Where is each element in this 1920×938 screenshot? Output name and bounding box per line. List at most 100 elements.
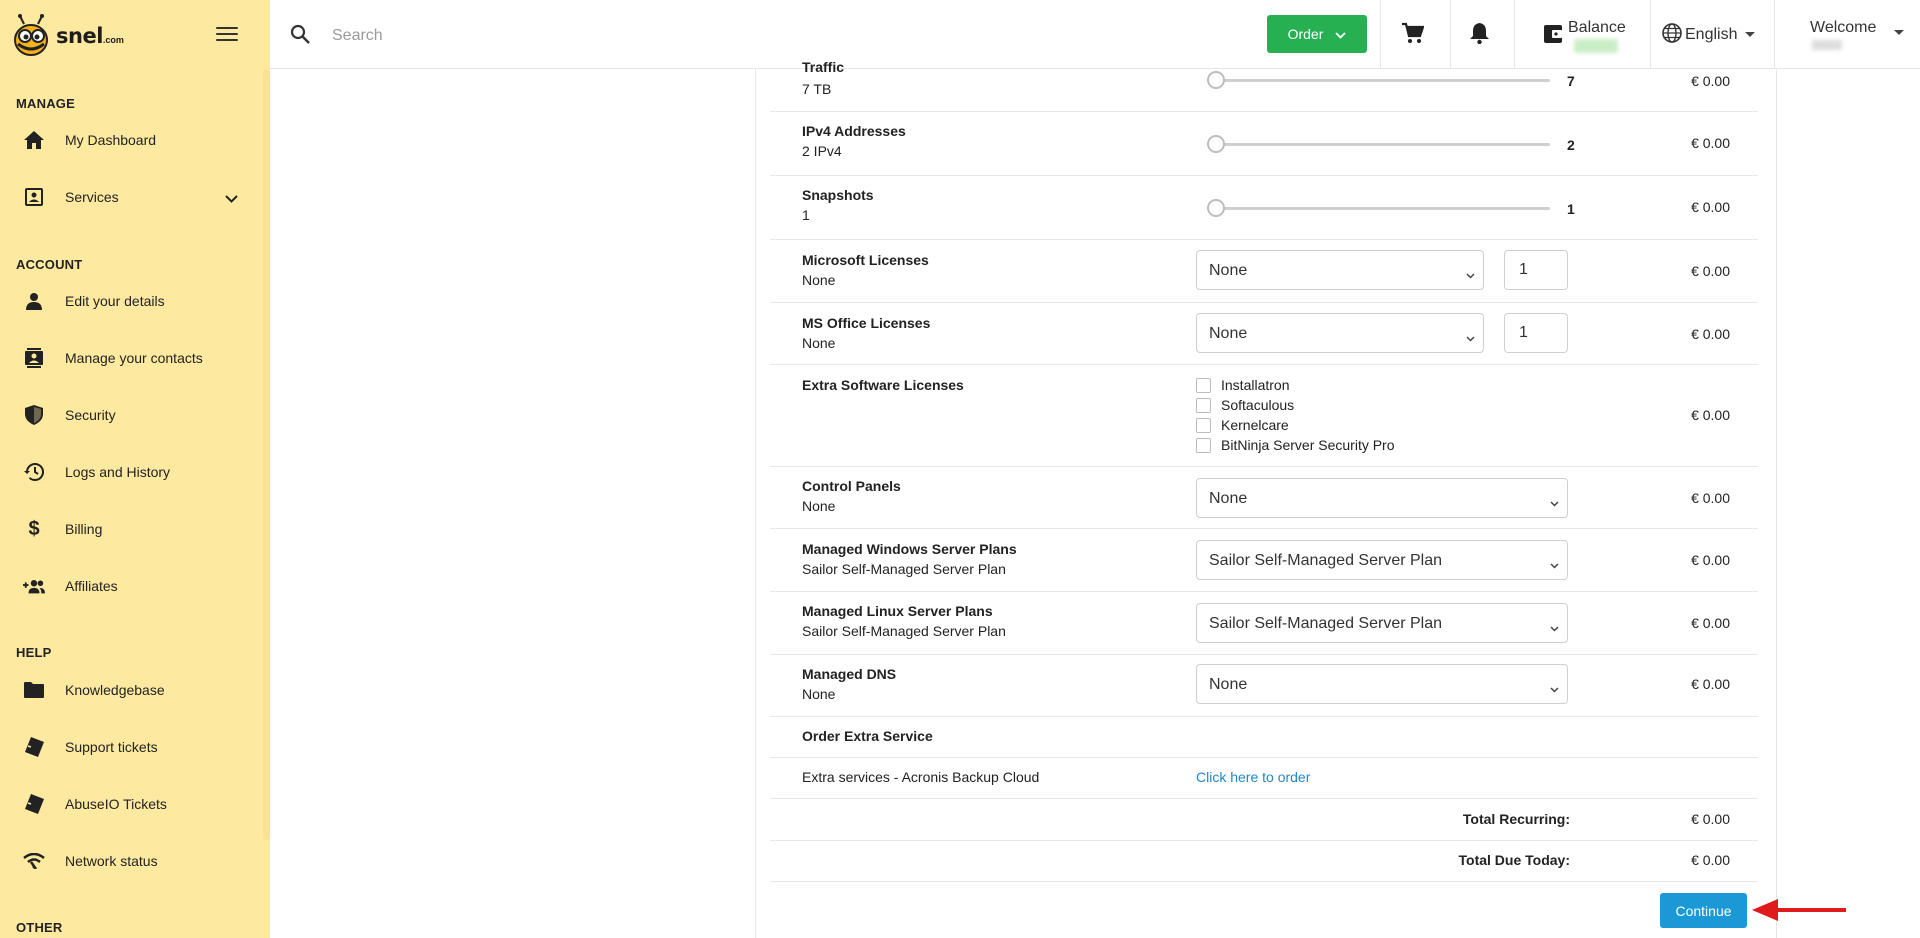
sidebar-item-my-dashboard[interactable]: My Dashboard	[0, 120, 262, 160]
sidebar-item-manage-contacts[interactable]: Manage your contacts	[0, 338, 262, 378]
sidebar-item-affiliates[interactable]: Affiliates	[0, 566, 262, 606]
ms-office-licenses-select[interactable]: None	[1196, 313, 1484, 353]
user-menu[interactable]: Welcome	[1782, 0, 1912, 69]
sidebar-item-network-status[interactable]: Network status	[0, 841, 262, 881]
contacts-icon	[23, 347, 45, 369]
microsoft-licenses-quantity-input[interactable]: 1	[1504, 250, 1568, 290]
ms-office-licenses-quantity-input[interactable]: 1	[1504, 313, 1568, 353]
select-value: Sailor Self-Managed Server Plan	[1209, 552, 1443, 569]
notification-bell-icon[interactable]	[1470, 22, 1489, 47]
checkbox[interactable]	[1196, 437, 1211, 453]
search-icon[interactable]	[290, 24, 310, 47]
slider-track[interactable]	[1217, 207, 1550, 210]
select-value: None	[1209, 490, 1248, 507]
sidebar-item-security[interactable]: Security	[0, 395, 262, 435]
shopping-cart-icon[interactable]	[1402, 22, 1425, 47]
contact-card-icon	[23, 186, 45, 208]
logo[interactable]: snel .com	[10, 14, 124, 58]
config-row-microsoft-licenses: Microsoft Licenses None None 1 € 0.00	[770, 239, 1758, 303]
checkbox-softaculous[interactable]: Softaculous	[1196, 395, 1294, 415]
option-name: Microsoft Licenses	[802, 252, 929, 268]
slider-value: 7	[1567, 73, 1575, 89]
history-icon	[23, 461, 45, 483]
sidebar-item-support-tickets[interactable]: Support tickets	[0, 727, 262, 767]
sidebar-section-account: ACCOUNT	[16, 257, 83, 272]
red-arrow-annotation-icon	[1752, 899, 1846, 921]
total-label: Total Recurring:	[1462, 811, 1570, 827]
sidebar-item-services[interactable]: Services	[0, 177, 262, 217]
config-row-managed-windows: Managed Windows Server Plans Sailor Self…	[770, 528, 1758, 592]
option-value: 7 TB	[802, 81, 832, 97]
balance-label: Balance	[1568, 19, 1626, 36]
continue-button[interactable]: Continue	[1660, 893, 1747, 928]
sidebar-item-abuseio-tickets[interactable]: AbuseIO Tickets	[0, 784, 262, 824]
slider-track[interactable]	[1217, 79, 1550, 82]
sidebar-item-edit-details[interactable]: Edit your details	[0, 281, 262, 321]
slider-handle[interactable]	[1207, 135, 1225, 153]
checkbox[interactable]	[1196, 397, 1211, 413]
control-panels-select[interactable]: None	[1196, 478, 1568, 518]
folder-icon	[23, 679, 45, 701]
sidebar-item-label: Logs and History	[65, 464, 171, 480]
sidebar-item-label: AbuseIO Tickets	[65, 796, 167, 812]
home-icon	[23, 129, 45, 151]
chevron-down-icon	[1335, 26, 1347, 42]
config-row-ms-office-licenses: MS Office Licenses None None 1 € 0.00	[770, 302, 1758, 365]
hamburger-menu-icon[interactable]	[216, 24, 238, 42]
sidebar-scrollbar[interactable]	[263, 70, 270, 840]
option-price: € 0.00	[1691, 199, 1730, 215]
shield-icon	[23, 404, 45, 426]
option-name: Snapshots	[802, 187, 874, 203]
slider-handle[interactable]	[1207, 71, 1225, 89]
slider-value: 1	[1567, 201, 1575, 217]
option-value: 1	[802, 207, 810, 223]
checkbox-kernelcare[interactable]: Kernelcare	[1196, 415, 1289, 435]
checkbox-label: Kernelcare	[1221, 417, 1289, 433]
checkbox-label: BitNinja Server Security Pro	[1221, 437, 1395, 453]
managed-linux-plan-select[interactable]: Sailor Self-Managed Server Plan	[1196, 603, 1568, 643]
chevron-down-icon	[1466, 266, 1475, 282]
slider-track[interactable]	[1217, 143, 1550, 146]
total-label: Total Due Today:	[1458, 852, 1570, 868]
total-recurring-row: Total Recurring: € 0.00	[770, 798, 1758, 841]
managed-windows-plan-select[interactable]: Sailor Self-Managed Server Plan	[1196, 540, 1568, 580]
extra-service-heading-row: Order Extra Service	[770, 716, 1758, 758]
checkbox[interactable]	[1196, 377, 1211, 393]
select-value: Sailor Self-Managed Server Plan	[1209, 615, 1443, 632]
order-button-label: Order	[1287, 26, 1324, 42]
caret-down-icon	[1894, 30, 1904, 35]
option-price: € 0.00	[1691, 552, 1730, 568]
option-price: € 0.00	[1691, 615, 1730, 631]
option-value: 2 IPv4	[802, 143, 842, 159]
sidebar-item-logs-history[interactable]: Logs and History	[0, 452, 262, 492]
ticket-icon	[23, 793, 45, 815]
dollar-icon: $	[28, 517, 40, 540]
chevron-down-icon	[1550, 619, 1559, 635]
option-name: Traffic	[802, 59, 845, 75]
option-name: Managed DNS	[802, 666, 897, 682]
sidebar-item-label: Billing	[65, 521, 103, 537]
microsoft-licenses-select[interactable]: None	[1196, 250, 1484, 290]
sidebar-item-label: Knowledgebase	[65, 682, 165, 698]
order-extra-service-link[interactable]: Click here to order	[1196, 769, 1310, 785]
option-value: Sailor Self-Managed Server Plan	[802, 561, 1006, 577]
managed-dns-select[interactable]: None	[1196, 664, 1568, 704]
total-value: € 0.00	[1691, 852, 1730, 868]
checkbox-installatron[interactable]: Installatron	[1196, 375, 1289, 395]
sidebar-item-billing[interactable]: $ Billing	[0, 509, 262, 549]
sidebar-item-knowledgebase[interactable]: Knowledgebase	[0, 670, 262, 710]
option-name: Extra Software Licenses	[802, 377, 964, 393]
option-value: None	[802, 686, 836, 702]
chevron-down-icon[interactable]	[225, 190, 238, 206]
brand-domain: .com	[102, 35, 124, 45]
sidebar-section-other: OTHER	[16, 920, 63, 935]
checkbox-bitninja[interactable]: BitNinja Server Security Pro	[1196, 435, 1395, 455]
config-row-snapshots: Snapshots 1 1 € 0.00	[770, 175, 1758, 240]
brand-name: snel	[56, 24, 103, 48]
username-redacted	[1812, 40, 1842, 50]
checkbox[interactable]	[1196, 417, 1211, 433]
sidebar-item-label: Affiliates	[65, 578, 118, 594]
option-value: None	[802, 498, 836, 514]
sidebar-section-help: HELP	[16, 645, 52, 660]
slider-handle[interactable]	[1207, 199, 1225, 217]
